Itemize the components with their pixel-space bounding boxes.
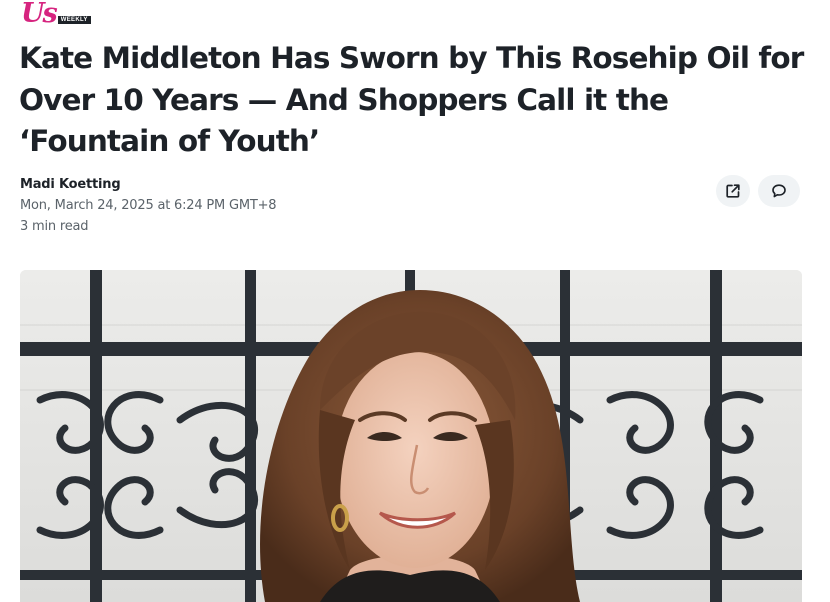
logo-us-text: Us xyxy=(21,0,58,29)
article-page: Us WEEKLY Kate Middleton Has Sworn by Th… xyxy=(0,0,830,602)
us-weekly-logo[interactable]: Us WEEKLY xyxy=(21,0,91,29)
share-icon xyxy=(726,184,740,198)
author-name[interactable]: Madi Koetting xyxy=(20,177,121,192)
logo-weekly-text: WEEKLY xyxy=(57,16,91,24)
read-time: 3 min read xyxy=(20,219,89,234)
hero-image xyxy=(20,270,802,602)
share-button[interactable] xyxy=(716,175,750,207)
article-headline: Kate Middleton Has Sworn by This Rosehip… xyxy=(19,41,804,158)
comment-icon xyxy=(772,184,786,198)
publish-date: Mon, March 24, 2025 at 6:24 PM GMT+8 xyxy=(20,198,277,213)
comment-button[interactable] xyxy=(758,175,800,207)
